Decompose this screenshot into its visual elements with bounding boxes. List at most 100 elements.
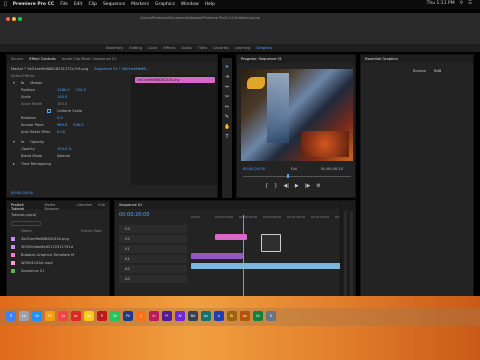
- timeline-title[interactable]: Sequence 01: [119, 203, 142, 207]
- workspace-audio[interactable]: Audio: [181, 46, 191, 50]
- hand-icon[interactable]: ✋: [224, 124, 230, 130]
- ripple-edit-icon[interactable]: ⇔: [224, 84, 230, 90]
- collapse-icon[interactable]: ▸: [13, 162, 15, 166]
- mark-in-icon[interactable]: {: [265, 183, 268, 189]
- column-frame-rate[interactable]: Frame Rate: [81, 229, 102, 233]
- menu-clip[interactable]: Clip: [88, 2, 97, 7]
- workspace-editing[interactable]: Editing: [129, 46, 142, 50]
- razor-icon[interactable]: ✂: [224, 94, 230, 100]
- dock-app-icon[interactable]: Ca: [58, 311, 68, 321]
- pink-clip-v2[interactable]: [215, 234, 247, 240]
- search-icon[interactable]: ⚲: [460, 1, 463, 6]
- essential-graphics-title[interactable]: Essential Graphics: [365, 57, 398, 61]
- tab-info[interactable]: Info: [98, 203, 105, 207]
- workspace-titles[interactable]: Titles: [198, 46, 208, 50]
- track-header[interactable]: A3: [119, 275, 187, 283]
- audio-clip-a1[interactable]: [191, 263, 351, 269]
- sequence-clip-label[interactable]: Sequence 01 * 3e01ee9fe68...: [94, 67, 149, 71]
- workspace-graphics[interactable]: Graphics: [256, 46, 272, 50]
- opacity-row[interactable]: ▾ fx Opacity: [13, 140, 44, 144]
- tab-project[interactable]: Project: Tutorial: [11, 203, 39, 211]
- mark-out-icon[interactable]: }: [274, 183, 277, 189]
- dock-app-icon[interactable]: Br: [227, 311, 237, 321]
- tab-browse[interactable]: Browse: [413, 69, 426, 73]
- dock-app-icon[interactable]: Ph: [45, 311, 55, 321]
- program-timecode-left[interactable]: 00;00;20;00: [243, 167, 265, 171]
- type-icon[interactable]: T: [224, 134, 230, 140]
- track-select-icon[interactable]: ⇥: [224, 74, 230, 80]
- dock-app-icon[interactable]: Li: [214, 311, 224, 321]
- tab-audio-clip-mixer[interactable]: Audio Clip Mixer: Sequence 01: [62, 57, 117, 61]
- notifications-icon[interactable]: ☰: [468, 1, 472, 6]
- track-header[interactable]: A2: [119, 265, 187, 273]
- dock-app-icon[interactable]: Fi: [6, 311, 16, 321]
- workspace-assembly[interactable]: Assembly: [106, 46, 123, 50]
- slip-icon[interactable]: ↦: [224, 104, 230, 110]
- tab-source[interactable]: Source: [11, 57, 23, 61]
- list-item[interactable]: Bubbles Graphics Template M: [11, 253, 74, 257]
- list-item[interactable]: Sequence 01: [11, 269, 44, 273]
- step-back-icon[interactable]: ◀|: [283, 183, 289, 189]
- dock-app-icon[interactable]: Fi: [97, 311, 107, 321]
- close-window-icon[interactable]: [6, 17, 10, 21]
- workspace-libraries[interactable]: Libraries: [213, 46, 229, 50]
- dock-app-icon[interactable]: Sa: [32, 311, 42, 321]
- track-header[interactable]: V1: [119, 245, 187, 253]
- effect-controls-timecode[interactable]: 00:00:20:00: [11, 191, 33, 195]
- dock-app-icon[interactable]: Me: [188, 311, 198, 321]
- effect-clip-bar[interactable]: 3e01ee9fe688262316.png: [135, 77, 215, 83]
- expand-icon[interactable]: ▾: [13, 81, 15, 85]
- list-item[interactable]: 3e01ee9fe688262316.png: [11, 237, 69, 241]
- selection-tool-icon[interactable]: ➤: [224, 64, 230, 70]
- apple-menu-icon[interactable]: : [4, 2, 7, 7]
- tab-edit[interactable]: Edit: [434, 69, 441, 73]
- program-scrubber[interactable]: [243, 176, 351, 177]
- timeline-playhead[interactable]: [243, 215, 244, 301]
- scale-value[interactable]: 100.0: [57, 95, 67, 99]
- menu-file[interactable]: File: [60, 2, 68, 7]
- menu-sequence[interactable]: Sequence: [103, 2, 125, 7]
- menu-window[interactable]: Window: [181, 2, 199, 7]
- track-header[interactable]: A1: [119, 255, 187, 263]
- timeline-timecode[interactable]: 00;00;20;00: [119, 212, 150, 218]
- dock-app-icon[interactable]: Pr: [162, 311, 172, 321]
- rotation-value[interactable]: 0.0: [57, 116, 63, 120]
- track-header[interactable]: V2: [119, 235, 187, 243]
- menu-graphics[interactable]: Graphics: [155, 2, 175, 7]
- dock-app-icon[interactable]: Af: [175, 311, 185, 321]
- motion-row[interactable]: ▾ fx Motion: [13, 81, 42, 85]
- tab-media-browser[interactable]: Media Browser: [45, 203, 71, 211]
- track-header[interactable]: V3: [119, 225, 187, 233]
- dock-app-icon[interactable]: Il: [136, 311, 146, 321]
- dock-app-icon[interactable]: Dr: [253, 311, 263, 321]
- list-item[interactable]: 3f490cfabe6c82172311791d: [11, 245, 73, 249]
- position-x-value[interactable]: 1280.0: [57, 88, 70, 92]
- timeline-ruler[interactable]: 00;00 00;00;16;00 00;00;32;00 00;00;48;00 00…: [191, 215, 353, 221]
- maximize-window-icon[interactable]: [18, 17, 22, 21]
- antiflicker-value[interactable]: 0.00: [57, 130, 65, 134]
- dock-app-icon[interactable]: Ac: [71, 311, 81, 321]
- workspace-effects[interactable]: Effects: [163, 46, 175, 50]
- step-forward-icon[interactable]: |▶: [305, 183, 311, 189]
- dock-app-icon[interactable]: Ch: [110, 311, 120, 321]
- dock-app-icon[interactable]: No: [84, 311, 94, 321]
- minimize-window-icon[interactable]: [12, 17, 16, 21]
- blend-value[interactable]: Normal: [57, 154, 70, 158]
- workspace-color[interactable]: Color: [148, 46, 157, 50]
- menu-edit[interactable]: Edit: [74, 2, 83, 7]
- play-icon[interactable]: ▶: [295, 183, 299, 189]
- time-remap-row[interactable]: ▸ Time Remapping: [13, 162, 51, 166]
- dock-app-icon[interactable]: La: [19, 311, 29, 321]
- dock-app-icon[interactable]: Tr: [266, 311, 276, 321]
- video-clip-v1[interactable]: [261, 234, 281, 252]
- anchor-x-value[interactable]: 960.0: [57, 123, 67, 127]
- column-name[interactable]: Name: [21, 229, 75, 233]
- pen-icon[interactable]: ✎: [224, 114, 230, 120]
- master-clip-label[interactable]: Master * 3e01ee9fe68826231272c7c9.png: [11, 67, 88, 71]
- workspace-learning[interactable]: Learning: [235, 46, 251, 50]
- expand-icon[interactable]: ▾: [13, 140, 15, 144]
- menu-help[interactable]: Help: [205, 2, 215, 7]
- dock-app-icon[interactable]: An: [240, 311, 250, 321]
- program-fit-dropdown[interactable]: Full: [291, 167, 297, 171]
- program-title[interactable]: Program: Sequence 01: [241, 57, 282, 61]
